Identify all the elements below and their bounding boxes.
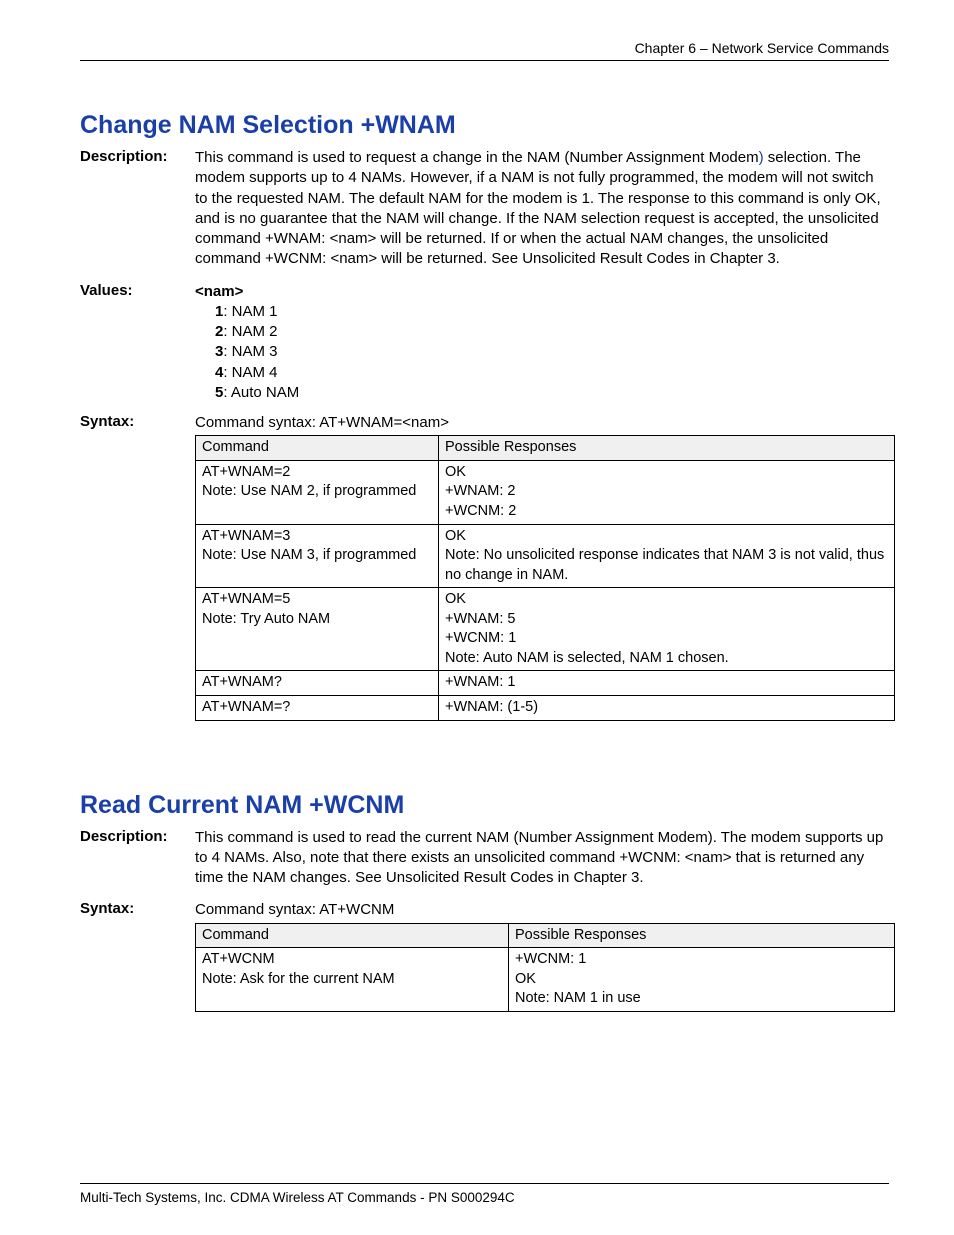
cell-line: OK (445, 527, 888, 547)
cell-line: AT+WNAM=? (202, 698, 432, 718)
table-row: AT+WNAM=5Note: Try Auto NAMOK+WNAM: 5+WC… (196, 588, 895, 671)
cell-line: Note: NAM 1 in use (515, 989, 888, 1009)
cell-line: AT+WNAM=3 (202, 527, 432, 547)
table-row: AT+WCNMNote: Ask for the current NAM+WCN… (196, 948, 895, 1012)
syntax-line: Command syntax: AT+WNAM=<nam> (195, 413, 895, 433)
section-wcnm: Read Current NAM +WCNM Description: This… (80, 791, 889, 1012)
values-row: Values: <nam> 1: NAM 12: NAM 23: NAM 34:… (80, 282, 889, 404)
description-content-2: This command is used to read the current… (195, 828, 889, 889)
table-header-row: Command Possible Responses (196, 436, 895, 461)
values-label-text: Values: (80, 282, 133, 299)
table-cell-response: +WNAM: (1-5) (439, 696, 895, 721)
cell-line: Note: Use NAM 3, if programmed (202, 546, 432, 566)
syntax-table-wcnm: Command Possible Responses AT+WCNMNote: … (195, 923, 895, 1012)
values-header: <nam> (195, 282, 889, 302)
syntax-content-2: Command syntax: AT+WCNM Command Possible… (195, 900, 895, 1012)
table-cell-command: AT+WNAM=5Note: Try Auto NAM (196, 588, 439, 671)
section-title-wnam: Change NAM Selection +WNAM (80, 111, 889, 140)
table-row: AT+WNAM? +WNAM: 1 (196, 671, 895, 696)
syntax-content: Command syntax: AT+WNAM=<nam> Command Po… (195, 413, 895, 721)
table-header-responses: Possible Responses (439, 436, 895, 461)
page: Chapter 6 – Network Service Commands Cha… (0, 0, 954, 1235)
cell-line: AT+WNAM=5 (202, 590, 432, 610)
table-cell-command: AT+WCNMNote: Ask for the current NAM (196, 948, 509, 1012)
cell-line: Note: Use NAM 2, if programmed (202, 482, 432, 502)
description-row: Description: This command is used to req… (80, 148, 889, 270)
footer-text: Multi-Tech Systems, Inc. CDMA Wireless A… (80, 1190, 515, 1205)
table-header-command-2: Command (196, 923, 509, 948)
table-cell-command: AT+WNAM=? (196, 696, 439, 721)
section-wnam: Change NAM Selection +WNAM Description: … (80, 111, 889, 721)
values-item-text: : NAM 1 (223, 303, 277, 320)
values-label: Values: (80, 282, 195, 404)
cell-line: AT+WNAM? (202, 673, 432, 693)
values-list: 1: NAM 12: NAM 23: NAM 34: NAM 45: Auto … (195, 302, 889, 403)
values-content: <nam> 1: NAM 12: NAM 23: NAM 34: NAM 45:… (195, 282, 889, 404)
cell-line: +WNAM: 2 (445, 482, 888, 502)
syntax-label-2: Syntax: (80, 900, 195, 1012)
values-item: 2: NAM 2 (215, 322, 889, 342)
values-item-text: : NAM 4 (223, 364, 277, 381)
table-row: AT+WNAM=3Note: Use NAM 3, if programmedO… (196, 524, 895, 588)
cell-line: AT+WNAM=2 (202, 463, 432, 483)
cell-line: Note: Try Auto NAM (202, 610, 432, 630)
cell-line: +WCNM: 2 (445, 502, 888, 522)
description-text-b: selection. The modem supports up to 4 NA… (195, 149, 881, 267)
table-cell-response: +WCNM: 1OKNote: NAM 1 in use (509, 948, 895, 1012)
cell-line: +WNAM: (1-5) (445, 698, 888, 718)
syntax-label: Syntax: (80, 413, 195, 721)
description-label: Description: (80, 148, 195, 270)
cell-line: AT+WCNM (202, 950, 502, 970)
description-content: This command is used to request a change… (195, 148, 889, 270)
cell-line: +WNAM: 5 (445, 610, 888, 630)
table-row: AT+WNAM=2Note: Use NAM 2, if programmedO… (196, 460, 895, 524)
values-item-text: : NAM 2 (223, 323, 277, 340)
values-item: 1: NAM 1 (215, 302, 889, 322)
cell-line: Note: Auto NAM is selected, NAM 1 chosen… (445, 649, 888, 669)
values-item-text: : NAM 3 (223, 343, 277, 360)
cell-line: Note: Ask for the current NAM (202, 970, 502, 990)
values-item-text: : Auto NAM (223, 384, 299, 401)
cell-line: OK (445, 590, 888, 610)
values-item: 4: NAM 4 (215, 363, 889, 383)
description-row-2: Description: This command is used to rea… (80, 828, 889, 889)
description-text-a: This command is used to request a change… (195, 149, 759, 166)
cell-line: +WCNM: 1 (445, 629, 888, 649)
syntax-row-2: Syntax: Command syntax: AT+WCNM Command … (80, 900, 889, 1012)
table-cell-response: +WNAM: 1 (439, 671, 895, 696)
cell-line: Note: No unsolicited response indicates … (445, 546, 888, 585)
table-header-command: Command (196, 436, 439, 461)
section-title-wcnm: Read Current NAM +WCNM (80, 791, 889, 820)
table-row: AT+WNAM=? +WNAM: (1-5) (196, 696, 895, 721)
footer: Multi-Tech Systems, Inc. CDMA Wireless A… (80, 1183, 889, 1205)
values-item: 5: Auto NAM (215, 383, 889, 403)
syntax-table-wnam: Command Possible Responses AT+WNAM=2Note… (195, 435, 895, 720)
table-header-row-2: Command Possible Responses (196, 923, 895, 948)
cell-line: +WCNM: 1 (515, 950, 888, 970)
table-cell-command: AT+WNAM=2Note: Use NAM 2, if programmed (196, 460, 439, 524)
cell-line: +WNAM: 1 (445, 673, 888, 693)
table-cell-response: OK+WNAM: 5+WCNM: 1Note: Auto NAM is sele… (439, 588, 895, 671)
table-header-responses-2: Possible Responses (509, 923, 895, 948)
table-cell-command: AT+WNAM=3Note: Use NAM 3, if programmed (196, 524, 439, 588)
cell-line: OK (445, 463, 888, 483)
syntax-row: Syntax: Command syntax: AT+WNAM=<nam> Co… (80, 413, 889, 721)
values-item: 3: NAM 3 (215, 342, 889, 362)
chapter-header: Chapter 6 – Network Service Commands (80, 40, 889, 61)
table-cell-response: OKNote: No unsolicited response indicate… (439, 524, 895, 588)
cell-line: OK (515, 970, 888, 990)
table-cell-response: OK+WNAM: 2+WCNM: 2 (439, 460, 895, 524)
syntax-line-2: Command syntax: AT+WCNM (195, 900, 895, 920)
description-label-2: Description: (80, 828, 195, 889)
table-cell-command: AT+WNAM? (196, 671, 439, 696)
